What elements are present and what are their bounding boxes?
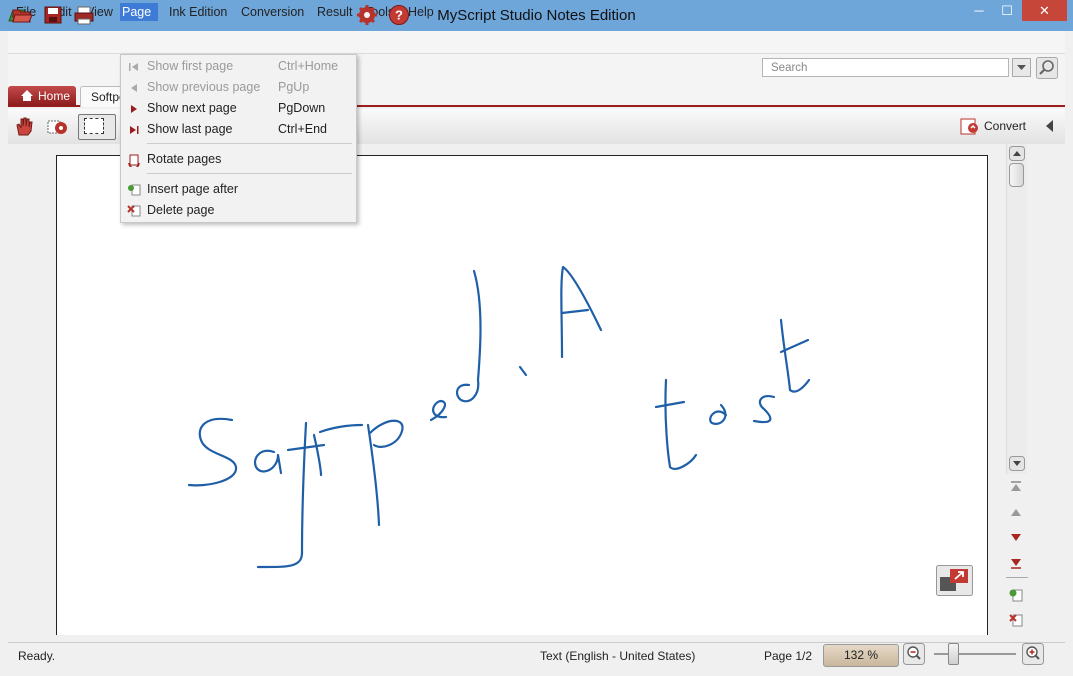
ink-stroke [518, 365, 528, 377]
maximize-button[interactable]: ☐ [994, 0, 1020, 21]
ink-settings-icon[interactable] [46, 115, 70, 137]
ink-stroke [253, 449, 283, 475]
convert-icon [960, 118, 978, 135]
ink-stroke [779, 318, 811, 393]
status-text: Ready. [18, 649, 56, 663]
zoom-level[interactable]: 132 % [823, 644, 899, 667]
search-input[interactable]: Search [762, 58, 1009, 77]
rotate-icon [128, 154, 140, 167]
close-button[interactable]: ✕ [1022, 0, 1067, 21]
language-indicator: Text (English - United States) [540, 649, 696, 663]
menu-item-shortcut: Ctrl+End [278, 122, 327, 136]
window-title: MyScript Studio Notes Edition [437, 7, 636, 24]
convert-label: Convert [984, 119, 1027, 133]
hand-tool-icon[interactable] [14, 115, 36, 137]
menu-ink-edition[interactable]: Ink Edition [167, 3, 229, 21]
ink-stroke [286, 443, 326, 452]
ink-stroke [187, 417, 238, 487]
scroll-thumb[interactable] [1009, 163, 1024, 187]
minimize-button[interactable]: ─ [966, 0, 992, 21]
menu-item-label: Show first page [147, 59, 234, 73]
search-icon[interactable] [1036, 57, 1058, 79]
search-dropdown-button[interactable] [1012, 58, 1031, 77]
next-page-arrow-icon [131, 105, 137, 113]
open-folder-icon[interactable] [11, 4, 33, 26]
menu-page[interactable]: Page [120, 3, 158, 21]
menu-item-show-next-page[interactable]: Show next page PgDown [121, 98, 356, 119]
insert-page-icon [128, 184, 141, 196]
zoom-slider-thumb[interactable] [948, 643, 959, 665]
help-icon[interactable]: ? [388, 4, 410, 26]
menu-item-shortcut: PgUp [278, 80, 310, 94]
tab-home-label: Home [38, 89, 71, 103]
menu-item-label: Rotate pages [147, 152, 222, 166]
selection-tool-button[interactable] [78, 114, 116, 140]
selection-rectangle-icon [84, 118, 104, 134]
chevron-down-icon [1017, 65, 1026, 70]
ink-stroke [312, 433, 323, 477]
svg-text:?: ? [395, 8, 403, 23]
menu-item-label: Delete page [147, 203, 215, 217]
menu-separator [147, 173, 352, 174]
menu-help[interactable]: Help [406, 3, 436, 21]
scroll-up-icon[interactable] [1009, 146, 1025, 161]
ink-stroke [654, 400, 686, 409]
ink-stroke [318, 423, 364, 434]
ink-stroke [366, 423, 381, 527]
ink-stroke [752, 395, 776, 424]
menu-item-shortcut: Ctrl+Home [278, 59, 339, 73]
save-icon[interactable] [42, 4, 64, 26]
ink-stroke [368, 419, 404, 448]
menu-item-label: Show next page [147, 101, 237, 115]
last-page-icon[interactable] [1008, 556, 1024, 570]
last-page-arrow-icon [130, 126, 139, 134]
menu-separator [147, 143, 352, 144]
menu-item-label: Show last page [147, 122, 233, 136]
next-page-icon[interactable] [1008, 531, 1024, 545]
scroll-down-icon[interactable] [1009, 456, 1025, 471]
ink-stroke [429, 399, 448, 422]
previous-page-arrow-icon [131, 84, 137, 92]
menu-item-delete-page[interactable]: Delete page [121, 200, 356, 221]
ink-stroke [256, 421, 308, 569]
expand-icon[interactable] [936, 565, 973, 596]
home-icon [21, 90, 33, 101]
menu-item-show-first-page[interactable]: Show first page Ctrl+Home [121, 56, 356, 77]
menu-bar [8, 31, 1065, 54]
delete-page-icon [127, 205, 141, 217]
zoom-slider-track[interactable] [934, 653, 1016, 655]
page-indicator: Page 1/2 [764, 649, 813, 663]
convert-button[interactable]: Convert [958, 114, 1028, 138]
tab-home[interactable]: Home [8, 86, 76, 106]
handwriting-ink [187, 265, 811, 569]
vertical-scrollbar[interactable] [1006, 144, 1027, 474]
collapse-panel-icon[interactable] [1043, 118, 1057, 134]
menu-item-show-previous-page[interactable]: Show previous page PgUp [121, 77, 356, 98]
menu-result[interactable]: Result [315, 3, 354, 21]
zoom-in-icon[interactable] [1022, 643, 1044, 665]
first-page-icon[interactable] [1008, 480, 1024, 494]
menu-conversion[interactable]: Conversion [239, 3, 306, 21]
menu-item-show-last-page[interactable]: Show last page Ctrl+End [121, 119, 356, 140]
previous-page-icon[interactable] [1008, 505, 1024, 519]
delete-page-icon[interactable] [1008, 612, 1024, 628]
ink-stroke [709, 403, 728, 425]
menu-item-shortcut: PgDown [278, 101, 326, 115]
zoom-out-icon[interactable] [903, 643, 925, 665]
print-icon[interactable] [73, 4, 95, 26]
settings-gear-icon[interactable] [356, 4, 378, 26]
menu-item-insert-page-after[interactable]: Insert page after [121, 179, 356, 200]
insert-page-icon[interactable] [1008, 587, 1024, 603]
menu-item-rotate-pages[interactable]: Rotate pages [121, 149, 356, 170]
menu-item-label: Insert page after [147, 182, 239, 196]
divider [1006, 577, 1028, 578]
menu-item-label: Show previous page [147, 80, 261, 94]
ink-stroke [455, 269, 482, 403]
ink-stroke [664, 378, 698, 470]
ink-stroke [560, 308, 590, 315]
page-menu-dropdown: Show first page Ctrl+Home Show previous … [120, 54, 357, 223]
first-page-arrow-icon [129, 63, 138, 71]
